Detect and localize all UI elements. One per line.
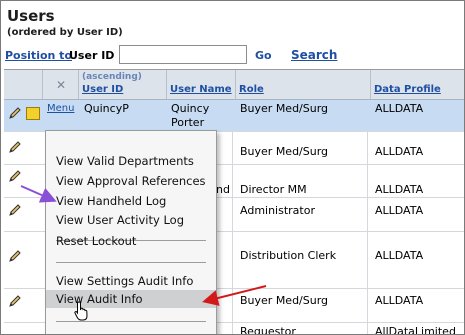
purple-annotation-arrow [20,185,57,203]
annotation-arrows [20,185,267,306]
users-page: Users (ordered by User ID) Position to U… [0,0,465,335]
red-annotation-arrow [202,285,267,306]
